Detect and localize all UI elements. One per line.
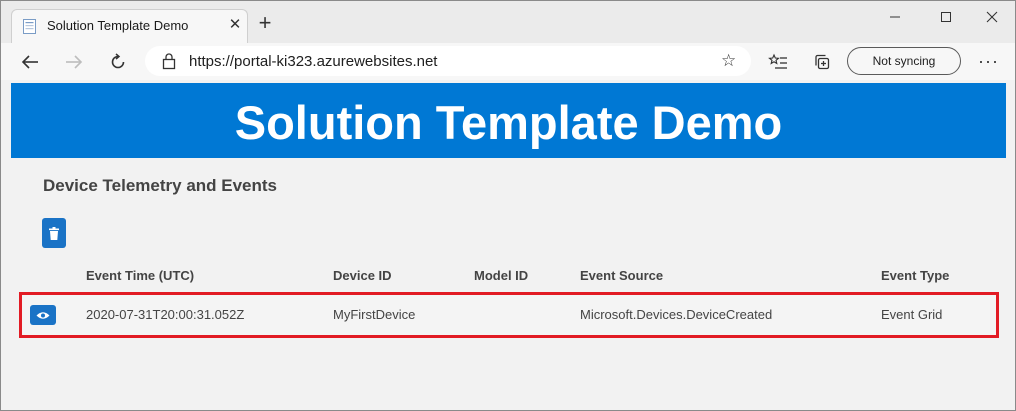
close-tab-icon[interactable]: ✕ xyxy=(226,16,244,34)
header-banner: Solution Template Demo xyxy=(11,83,1006,158)
trash-icon xyxy=(49,226,59,240)
cell-device-id: MyFirstDevice xyxy=(333,307,416,322)
address-toolbar: https://portal-ki323.azurewebsites.net ☆… xyxy=(1,43,1015,80)
forward-arrow-icon[interactable] xyxy=(63,51,85,73)
column-header-model-id: Model ID xyxy=(474,268,529,283)
column-header-event-type: Event Type xyxy=(881,268,950,283)
banner-title: Solution Template Demo xyxy=(234,96,783,149)
eye-icon xyxy=(36,311,50,319)
more-menu-icon[interactable]: ··· xyxy=(978,51,999,72)
delete-button[interactable] xyxy=(42,218,66,248)
browser-tab[interactable]: Solution Template Demo ✕ xyxy=(11,9,248,43)
tab-title: Solution Template Demo xyxy=(47,18,189,33)
close-window-icon[interactable] xyxy=(978,7,1006,27)
section-title: Device Telemetry and Events xyxy=(43,176,278,195)
column-header-device-id: Device ID xyxy=(333,268,392,283)
favorite-star-icon[interactable]: ☆ xyxy=(721,51,736,71)
sync-status-button[interactable]: Not syncing xyxy=(847,47,961,75)
cell-event-time: 2020-07-31T20:00:31.052Z xyxy=(86,307,245,322)
column-header-event-time: Event Time (UTC) xyxy=(86,268,195,283)
lock-icon[interactable] xyxy=(161,52,177,70)
minimize-icon[interactable] xyxy=(881,7,909,27)
cell-event-source: Microsoft.Devices.DeviceCreated xyxy=(580,307,773,322)
favorites-list-icon[interactable] xyxy=(767,51,789,73)
maximize-icon[interactable] xyxy=(932,7,960,27)
back-arrow-icon[interactable] xyxy=(19,51,41,73)
tab-strip: Solution Template Demo ✕ + xyxy=(1,1,1015,43)
page-content: Solution Template Demo Device Telemetry … xyxy=(11,80,1006,404)
new-tab-icon[interactable]: + xyxy=(254,12,276,35)
refresh-icon[interactable] xyxy=(107,51,129,73)
address-bar[interactable]: https://portal-ki323.azurewebsites.net ☆ xyxy=(145,46,751,76)
collections-icon[interactable] xyxy=(811,51,833,73)
table-row: 2020-07-31T20:00:31.052Z MyFirstDevice M… xyxy=(19,292,999,338)
page-icon xyxy=(23,19,36,34)
view-details-button[interactable] xyxy=(30,305,56,325)
url-text[interactable]: https://portal-ki323.azurewebsites.net xyxy=(189,53,437,70)
column-header-event-source: Event Source xyxy=(580,268,664,283)
cell-event-type: Event Grid xyxy=(881,307,943,322)
browser-window: Solution Template Demo ✕ + https://porta… xyxy=(0,0,1016,411)
